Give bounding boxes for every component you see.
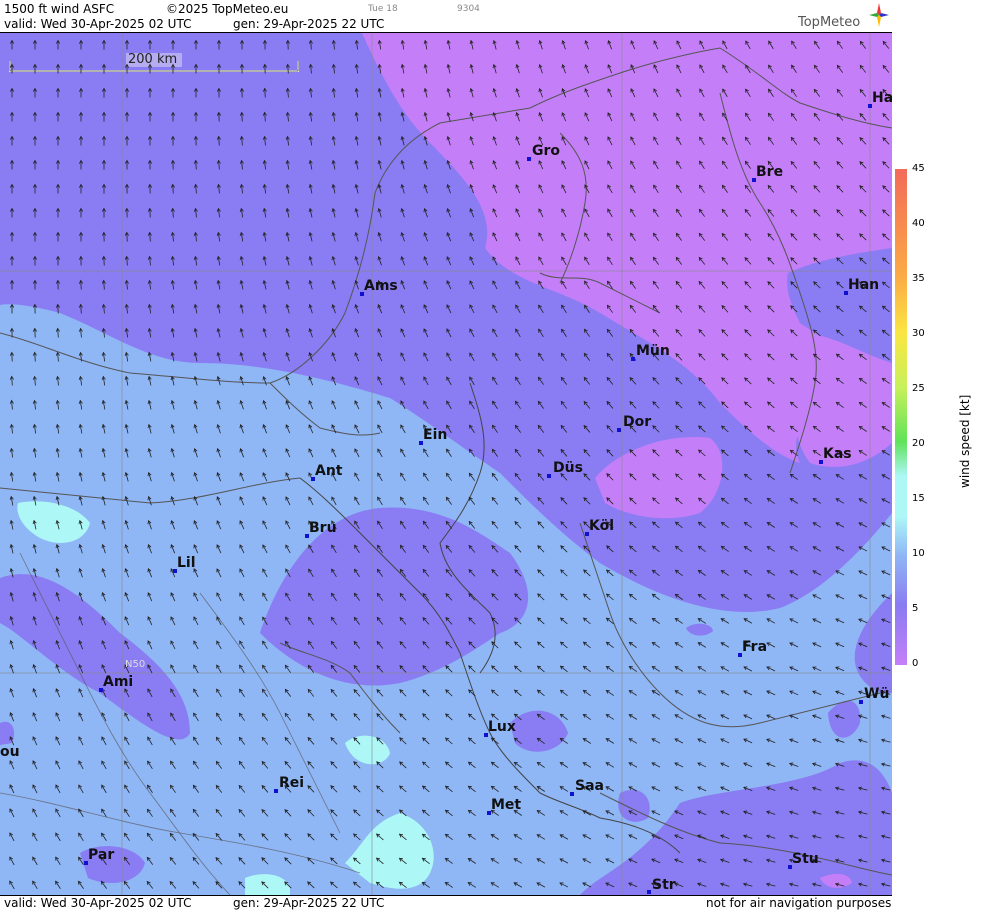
city-label: Han [848, 277, 879, 293]
city-label: Saa [575, 778, 604, 794]
city-label: Köl [589, 518, 614, 534]
legend-tick: 45 [912, 163, 925, 174]
city-marker [527, 157, 531, 161]
city-label: Par [88, 847, 114, 863]
legend-tick: 25 [912, 383, 925, 394]
code-tag: 9304 [457, 4, 480, 14]
city-label: Ams [364, 278, 398, 294]
city-label: Str [652, 877, 676, 893]
scale-bar-label: 200 km [128, 52, 177, 67]
wind-map[interactable]: 200 km N50 Gro Bre Ha Ams Han Mün Ein Do… [0, 33, 892, 895]
legend-tick: 30 [912, 328, 925, 339]
legend-title: wind speed [kt] [958, 395, 972, 488]
city-label: Ein [423, 427, 447, 443]
footer-valid-time: valid: Wed 30-Apr-2025 02 UTC [4, 896, 191, 910]
legend-tick: 0 [912, 658, 918, 669]
map-header: 1500 ft wind ASFC ©2025 TopMeteo.eu Tue … [0, 0, 892, 33]
legend-tick: 35 [912, 273, 925, 284]
city-marker [631, 357, 635, 361]
legend-tick: 15 [912, 493, 925, 504]
city-label: Lux [488, 719, 516, 735]
city-label: Düs [553, 460, 583, 476]
disclaimer: not for air navigation purposes [706, 896, 891, 910]
city-marker [859, 700, 863, 704]
city-label: Mün [636, 343, 670, 359]
city-label: Ami [103, 674, 133, 690]
color-scale-bar [895, 169, 907, 665]
city-label: Ha [872, 90, 892, 106]
gen-time: gen: 29-Apr-2025 22 UTC [233, 17, 384, 31]
city-label: Wü [864, 686, 889, 702]
city-label: Ant [315, 463, 343, 479]
copyright: ©2025 TopMeteo.eu [166, 2, 288, 16]
latitude-label: N50 [125, 659, 145, 670]
city-label: Stu [792, 851, 819, 867]
city-label: Dor [623, 414, 651, 430]
city-label: Fra [742, 639, 767, 655]
day-tag: Tue 18 [368, 4, 398, 14]
valid-time: valid: Wed 30-Apr-2025 02 UTC [4, 17, 191, 31]
legend-tick: 20 [912, 438, 925, 449]
city-marker [547, 474, 551, 478]
compass-logo-icon [868, 2, 890, 28]
map-footer: valid: Wed 30-Apr-2025 02 UTC gen: 29-Ap… [0, 895, 892, 910]
city-label: Lil [177, 555, 196, 571]
city-label: Rei [279, 775, 304, 791]
city-marker [647, 890, 651, 894]
legend-tick: 10 [912, 548, 925, 559]
product-title: 1500 ft wind ASFC [4, 2, 114, 16]
legend-tick: 5 [912, 603, 918, 614]
brand-logo-text: TopMeteo [798, 15, 860, 30]
wind-speed-field [0, 33, 892, 895]
city-label: Bre [756, 164, 783, 180]
city-marker [274, 789, 278, 793]
city-marker [617, 428, 621, 432]
city-label: Kas [823, 446, 852, 462]
city-marker [570, 792, 574, 796]
city-label: Met [491, 797, 521, 813]
legend-tick: 40 [912, 218, 925, 229]
footer-gen-time: gen: 29-Apr-2025 22 UTC [233, 896, 384, 910]
city-label: Gro [532, 143, 560, 159]
legend-panel: 45 40 35 30 25 20 15 10 5 0 wind speed [… [893, 0, 983, 909]
city-label: ou [0, 744, 20, 760]
city-label: Bru [309, 520, 337, 536]
